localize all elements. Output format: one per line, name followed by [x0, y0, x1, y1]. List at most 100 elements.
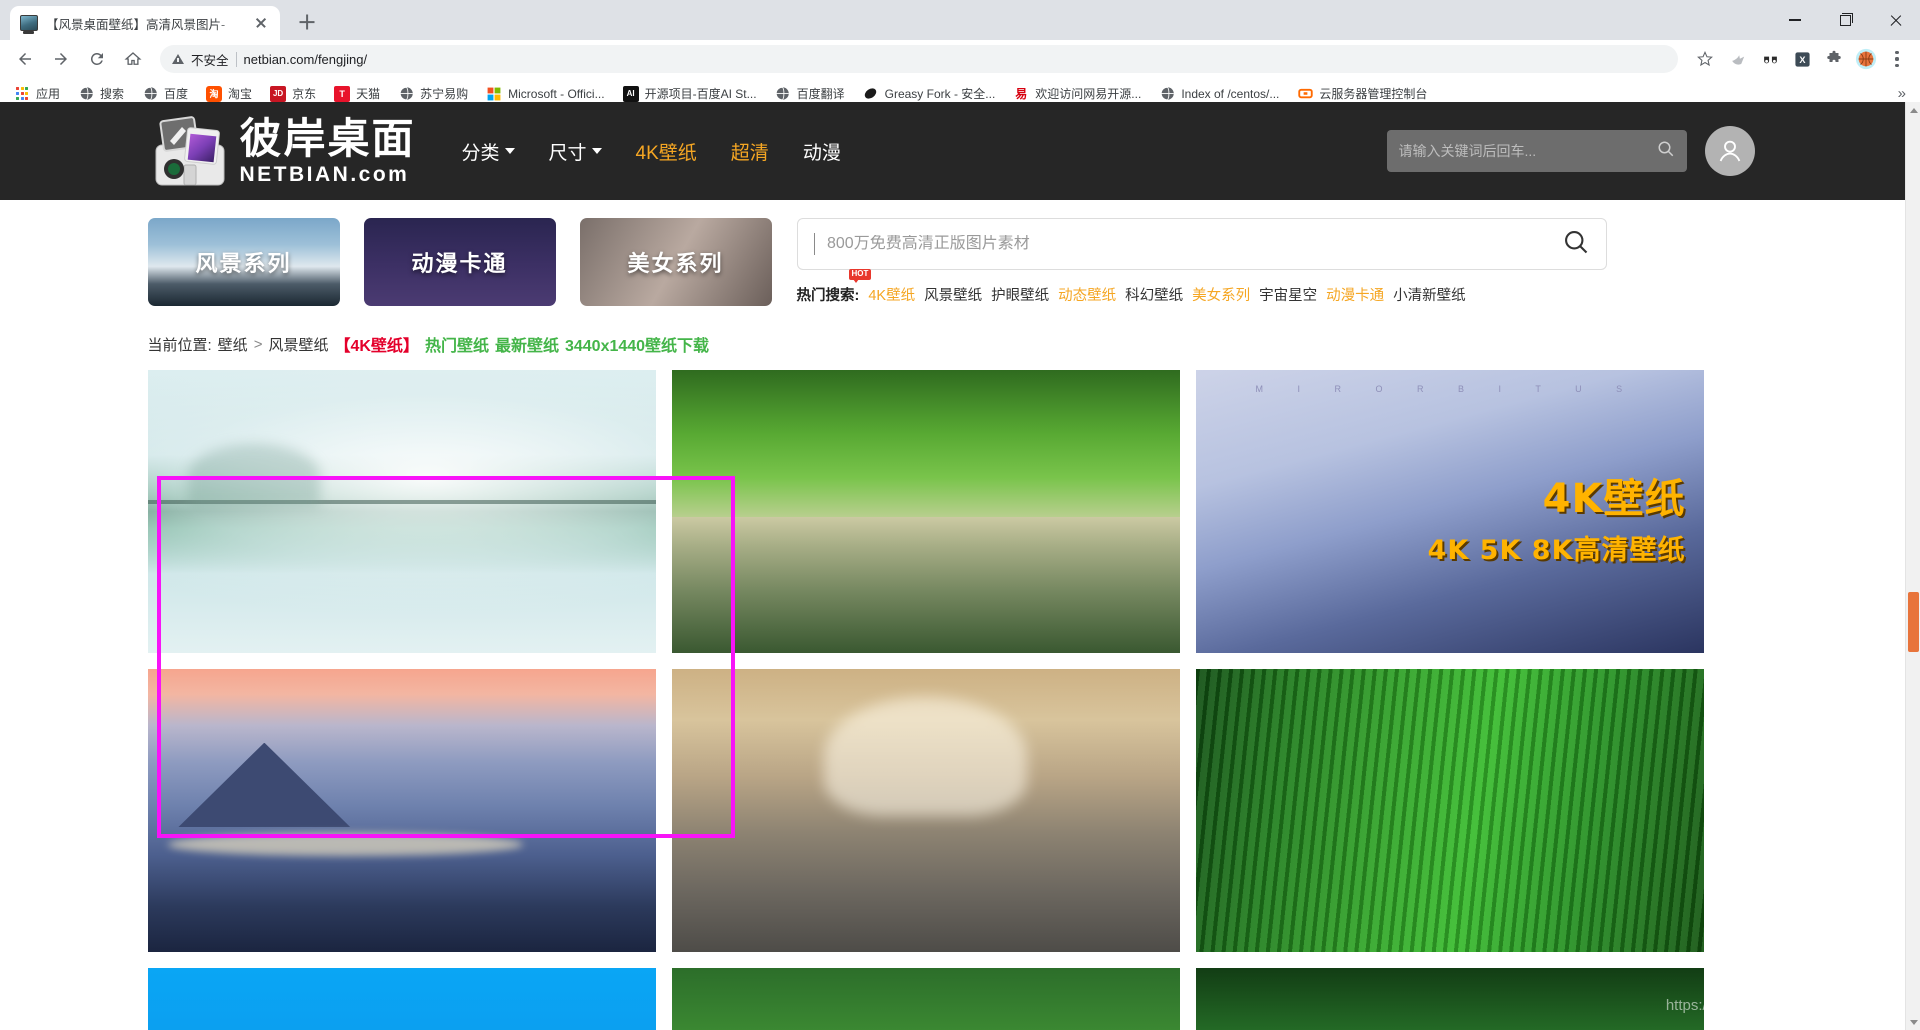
scroll-up-arrow-icon[interactable] [1906, 102, 1920, 118]
bookmark-label: Index of /centos/... [1181, 86, 1280, 101]
nav-item-chaoqing[interactable]: 超清 [731, 138, 769, 165]
globe-icon [142, 86, 158, 102]
search-icon[interactable] [1657, 140, 1675, 163]
warning-triangle-icon [172, 54, 184, 64]
hot-item-meinv[interactable]: 美女系列 [1192, 284, 1250, 305]
tile-scenery[interactable]: 风景系列 [147, 218, 340, 306]
page-scrollbar[interactable] [1905, 102, 1920, 1030]
tile-label: 风景系列 [195, 252, 292, 277]
globe-icon [1159, 86, 1175, 102]
nav-label: 4K壁纸 [635, 142, 697, 164]
kebab-menu-icon[interactable] [1882, 44, 1912, 74]
nav-item-dongman[interactable]: 动漫 [803, 138, 841, 165]
divider [235, 51, 237, 67]
wallpaper-card-anime-4k-wallpaper[interactable]: M I R O R B I T U S 4K壁纸 4K 5K 8K高清壁纸 [1195, 370, 1704, 653]
nav-item-chicun[interactable]: 尺寸 [549, 138, 602, 165]
hot-item-4k[interactable]: 4K壁纸 [868, 284, 915, 305]
big-search-input[interactable] [827, 235, 1550, 253]
back-arrow-icon[interactable] [8, 42, 42, 76]
tile-anime[interactable]: 动漫卡通 [363, 218, 556, 306]
wallpaper-card-sand-dune-wave[interactable] [671, 669, 1180, 952]
wallpaper-grid: M I R O R B I T U S 4K壁纸 4K 5K 8K高清壁纸 [133, 370, 1773, 1030]
breadcrumb: 当前位置: 壁纸 > 风景壁纸 【4K壁纸】 热门壁纸 最新壁纸 3440x14… [133, 332, 1773, 356]
hot-badge: HOT [848, 269, 872, 283]
nav-label: 尺寸 [548, 142, 587, 164]
security-label: 不安全 [191, 53, 229, 68]
breadcrumb-link-newest[interactable]: 最新壁纸 [495, 332, 559, 356]
address-bar[interactable]: 不安全 netbian.com/fengjing/ [160, 45, 1678, 73]
site-logo[interactable]: 彼岸桌面 NETBIAN.com [148, 109, 416, 193]
greasyfork-icon [863, 86, 879, 102]
close-icon[interactable] [1870, 0, 1920, 40]
hot-item-dongtai[interactable]: 动态壁纸 [1058, 284, 1116, 305]
minimize-icon[interactable] [1770, 0, 1820, 40]
reload-icon[interactable] [80, 42, 114, 76]
nav-item-fenlei[interactable]: 分类 [462, 138, 515, 165]
scroll-down-arrow-icon[interactable] [1906, 1014, 1920, 1030]
binoculars-extension-icon[interactable] [1756, 45, 1784, 73]
hot-item-kehuan[interactable]: 科幻壁纸 [1125, 284, 1183, 305]
hot-item-dongman[interactable]: 动漫卡通 [1326, 284, 1384, 305]
browser-toolbar: 不安全 netbian.com/fengjing/ X [0, 40, 1920, 78]
breadcrumb-separator: > [253, 335, 263, 353]
chevron-down-icon [504, 148, 515, 154]
basketball-extension-icon[interactable] [1852, 45, 1880, 73]
close-icon[interactable] [252, 14, 270, 32]
svg-text:X: X [1799, 55, 1806, 65]
wallpaper-card-bamboo-forest-pond[interactable] [671, 370, 1180, 653]
tmall-icon: T [334, 85, 351, 102]
forward-arrow-icon[interactable] [44, 42, 78, 76]
nav-label: 分类 [461, 142, 500, 164]
search-icon[interactable] [1562, 228, 1590, 261]
text-cursor [813, 233, 815, 255]
microsoft-icon [486, 86, 502, 102]
site-nav: 分类 尺寸 4K壁纸 超清 动漫 [462, 138, 841, 165]
bookmark-label: 淘宝 [228, 87, 253, 101]
maximize-icon[interactable] [1820, 0, 1870, 40]
hot-item-xiaoqingxin[interactable]: 小清新壁纸 [1393, 284, 1466, 305]
wallpaper-card-palm-jungle[interactable] [1195, 968, 1704, 1030]
tile-beauty[interactable]: 美女系列 [579, 218, 772, 306]
category-tiles: 风景系列 动漫卡通 美女系列 [147, 218, 772, 306]
tile-label: 美女系列 [627, 252, 724, 277]
breadcrumb-link-3440[interactable]: 3440x1440壁纸下载 [565, 332, 709, 356]
bookmark-label: 百度翻译 [796, 87, 845, 101]
scrollbar-thumb[interactable] [1908, 592, 1919, 652]
globe-icon [78, 86, 94, 102]
hot-item-yuzhou[interactable]: 宇宙星空 [1259, 284, 1317, 305]
taobao-icon: 淘 [206, 85, 223, 102]
big-search-box[interactable] [796, 218, 1607, 270]
star-icon[interactable] [1688, 42, 1722, 76]
home-icon[interactable] [116, 42, 150, 76]
wallpaper-card-tropical-beach-aerial[interactable] [671, 968, 1180, 1030]
nav-label: 超清 [730, 142, 769, 164]
tab-title: 【风景桌面壁纸】高清风景图片- [46, 17, 226, 32]
wallpaper-card-misty-lake-bridge[interactable] [147, 370, 656, 653]
big-search-wrap: 热门搜索: HOT 4K壁纸 风景壁纸 护眼壁纸 动态壁纸 科幻壁纸 美女系列 … [796, 218, 1607, 305]
camera-case-icon [148, 109, 232, 193]
breadcrumb-root[interactable]: 壁纸 [218, 334, 248, 355]
ai-studio-icon: AI [622, 85, 639, 102]
x-extension-icon[interactable]: X [1788, 45, 1816, 73]
wallpaper-card-blue-mountain-dawn[interactable] [147, 669, 656, 952]
wing-extension-icon[interactable] [1724, 45, 1752, 73]
search-band: 风景系列 动漫卡通 美女系列 800万免费高清正版图片素材 热门搜索: HOT … [133, 200, 1773, 306]
header-search-box[interactable] [1386, 130, 1687, 172]
breadcrumb-link-hot[interactable]: 热门壁纸 [425, 332, 489, 356]
wallpaper-card-blue-sky-gradient[interactable] [147, 968, 656, 1030]
puzzle-extension-icon[interactable] [1820, 45, 1848, 73]
header-right [1386, 126, 1773, 176]
netbian-page: 彼岸桌面 NETBIAN.com 分类 尺寸 4K壁纸 超清 动漫 请输入关键词… [0, 102, 1905, 1030]
header-search-input[interactable] [1398, 143, 1649, 159]
hot-item-fengjing[interactable]: 风景壁纸 [924, 284, 982, 305]
hot-item-huyan[interactable]: 护眼壁纸 [991, 284, 1049, 305]
bookmark-label: 欢迎访问网易开源... [1035, 87, 1142, 101]
wallpaper-card-green-fern-leaves[interactable] [1195, 669, 1704, 952]
wallpaper-overlay-title: 4K壁纸 [1542, 476, 1686, 523]
user-avatar-icon[interactable] [1704, 126, 1755, 176]
globe-icon [398, 86, 414, 102]
breadcrumb-parent[interactable]: 风景壁纸 [268, 334, 328, 355]
nav-item-4k[interactable]: 4K壁纸 [636, 138, 697, 165]
browser-tab[interactable]: 【风景桌面壁纸】高清风景图片- [10, 6, 280, 40]
new-tab-button[interactable] [292, 7, 322, 37]
